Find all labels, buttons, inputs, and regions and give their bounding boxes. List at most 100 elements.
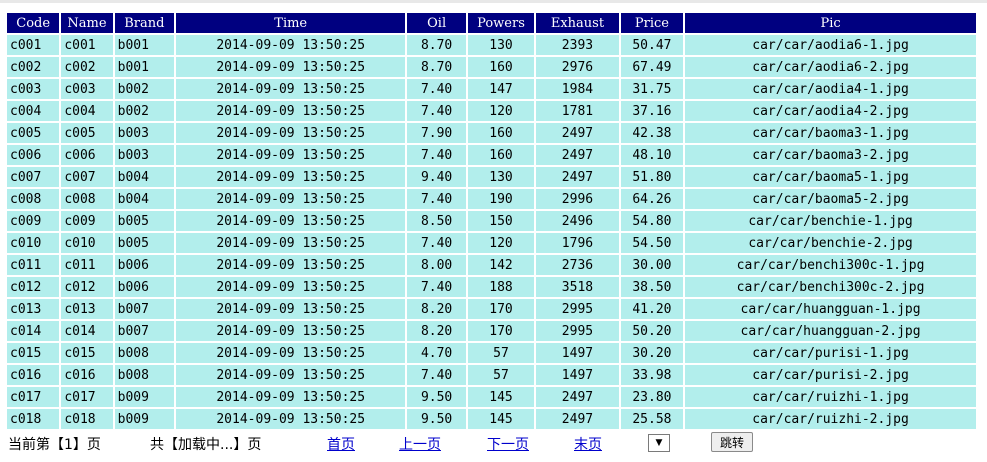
- cell-oil: 8.20: [407, 321, 466, 341]
- cell-exhaust: 2976: [536, 57, 619, 77]
- table-row: c017 c017 b009 2014-09-09 13:50:25 9.50 145 24…: [7, 387, 976, 407]
- jump-button[interactable]: 跳转: [711, 432, 754, 452]
- page-select[interactable]: ▼: [648, 434, 670, 452]
- cell-name: c011: [61, 255, 113, 275]
- cell-powers: 170: [467, 299, 535, 319]
- cell-code: c011: [7, 255, 60, 275]
- cell-oil: 9.40: [407, 167, 466, 187]
- cell-exhaust: 1497: [536, 343, 619, 363]
- cell-pic: car/car/benchie-1.jpg: [685, 211, 976, 231]
- cell-name: c006: [61, 145, 113, 165]
- cell-oil: 8.50: [407, 211, 466, 231]
- cell-oil: 7.90: [407, 123, 466, 143]
- cell-exhaust: 1796: [536, 233, 619, 253]
- cell-brand: b004: [114, 167, 174, 187]
- cell-name: c008: [61, 189, 113, 209]
- cell-exhaust: 2497: [536, 145, 619, 165]
- cell-price: 37.16: [620, 101, 684, 121]
- first-page-link[interactable]: 首页: [327, 434, 355, 454]
- cell-pic: car/car/huangguan-2.jpg: [685, 321, 976, 341]
- cell-time: 2014-09-09 13:50:25: [176, 167, 406, 187]
- column-header-powers: Powers: [467, 13, 535, 33]
- cell-time: 2014-09-09 13:50:25: [176, 321, 406, 341]
- cell-time: 2014-09-09 13:50:25: [176, 255, 406, 275]
- cell-exhaust: 2995: [536, 299, 619, 319]
- cell-price: 54.50: [620, 233, 684, 253]
- cell-powers: 130: [467, 167, 535, 187]
- table-row: c001 c001 b001 2014-09-09 13:50:25 8.70 130 23…: [7, 35, 976, 55]
- cell-brand: b002: [114, 79, 174, 99]
- column-header-oil: Oil: [407, 13, 466, 33]
- cell-price: 25.58: [620, 409, 684, 429]
- car-data-table: Code Name Brand Time Oil Powers Exhaust Price Pi…: [5, 11, 978, 431]
- cell-name: c002: [61, 57, 113, 77]
- cell-oil: 9.50: [407, 409, 466, 429]
- next-page-link[interactable]: 下一页: [487, 434, 529, 454]
- cell-code: c010: [7, 233, 60, 253]
- top-border: [0, 0, 987, 3]
- cell-name: c013: [61, 299, 113, 319]
- cell-pic: car/car/baoma5-1.jpg: [685, 167, 976, 187]
- cell-oil: 7.40: [407, 233, 466, 253]
- cell-powers: 130: [467, 35, 535, 55]
- cell-pic: car/car/aodia4-1.jpg: [685, 79, 976, 99]
- cell-pic: car/car/benchi300c-1.jpg: [685, 255, 976, 275]
- cell-pic: car/car/purisi-1.jpg: [685, 343, 976, 363]
- column-header-price: Price: [620, 13, 684, 33]
- cell-pic: car/car/purisi-2.jpg: [685, 365, 976, 385]
- cell-powers: 147: [467, 79, 535, 99]
- cell-powers: 145: [467, 409, 535, 429]
- cell-name: c003: [61, 79, 113, 99]
- column-header-pic: Pic: [685, 13, 976, 33]
- cell-exhaust: 2393: [536, 35, 619, 55]
- cell-name: c007: [61, 167, 113, 187]
- cell-pic: car/car/huangguan-1.jpg: [685, 299, 976, 319]
- table-row: c013 c013 b007 2014-09-09 13:50:25 8.20 170 29…: [7, 299, 976, 319]
- cell-brand: b003: [114, 123, 174, 143]
- table-row: c006 c006 b003 2014-09-09 13:50:25 7.40 160 24…: [7, 145, 976, 165]
- cell-time: 2014-09-09 13:50:25: [176, 211, 406, 231]
- cell-price: 41.20: [620, 299, 684, 319]
- cell-code: c009: [7, 211, 60, 231]
- cell-pic: car/car/baoma5-2.jpg: [685, 189, 976, 209]
- cell-name: c012: [61, 277, 113, 297]
- cell-time: 2014-09-09 13:50:25: [176, 57, 406, 77]
- prev-page-link[interactable]: 上一页: [399, 434, 441, 454]
- cell-powers: 160: [467, 57, 535, 77]
- cell-exhaust: 2736: [536, 255, 619, 275]
- cell-brand: b008: [114, 343, 174, 363]
- cell-powers: 170: [467, 321, 535, 341]
- cell-brand: b007: [114, 321, 174, 341]
- cell-price: 38.50: [620, 277, 684, 297]
- cell-pic: car/car/aodia4-2.jpg: [685, 101, 976, 121]
- table-row: c003 c003 b002 2014-09-09 13:50:25 7.40 147 19…: [7, 79, 976, 99]
- cell-oil: 4.70: [407, 343, 466, 363]
- cell-time: 2014-09-09 13:50:25: [176, 101, 406, 121]
- table-row: c009 c009 b005 2014-09-09 13:50:25 8.50 150 24…: [7, 211, 976, 231]
- cell-code: c018: [7, 409, 60, 429]
- column-header-name: Name: [61, 13, 113, 33]
- cell-name: c009: [61, 211, 113, 231]
- cell-brand: b005: [114, 211, 174, 231]
- cell-oil: 7.40: [407, 277, 466, 297]
- cell-pic: car/car/benchie-2.jpg: [685, 233, 976, 253]
- cell-pic: car/car/aodia6-2.jpg: [685, 57, 976, 77]
- table-row: c016 c016 b008 2014-09-09 13:50:25 7.40 57 149…: [7, 365, 976, 385]
- table-row: c010 c010 b005 2014-09-09 13:50:25 7.40 120 17…: [7, 233, 976, 253]
- cell-exhaust: 2995: [536, 321, 619, 341]
- table-header-row: Code Name Brand Time Oil Powers Exhaust Price Pi…: [7, 13, 976, 33]
- cell-name: c016: [61, 365, 113, 385]
- cell-brand: b009: [114, 387, 174, 407]
- cell-brand: b003: [114, 145, 174, 165]
- cell-brand: b005: [114, 233, 174, 253]
- cell-price: 30.20: [620, 343, 684, 363]
- cell-powers: 160: [467, 145, 535, 165]
- cell-code: c014: [7, 321, 60, 341]
- cell-exhaust: 2496: [536, 211, 619, 231]
- cell-code: c015: [7, 343, 60, 363]
- last-page-link[interactable]: 末页: [574, 434, 602, 454]
- cell-code: c012: [7, 277, 60, 297]
- cell-code: c004: [7, 101, 60, 121]
- table-row: c007 c007 b004 2014-09-09 13:50:25 9.40 130 24…: [7, 167, 976, 187]
- table-row: c005 c005 b003 2014-09-09 13:50:25 7.90 160 24…: [7, 123, 976, 143]
